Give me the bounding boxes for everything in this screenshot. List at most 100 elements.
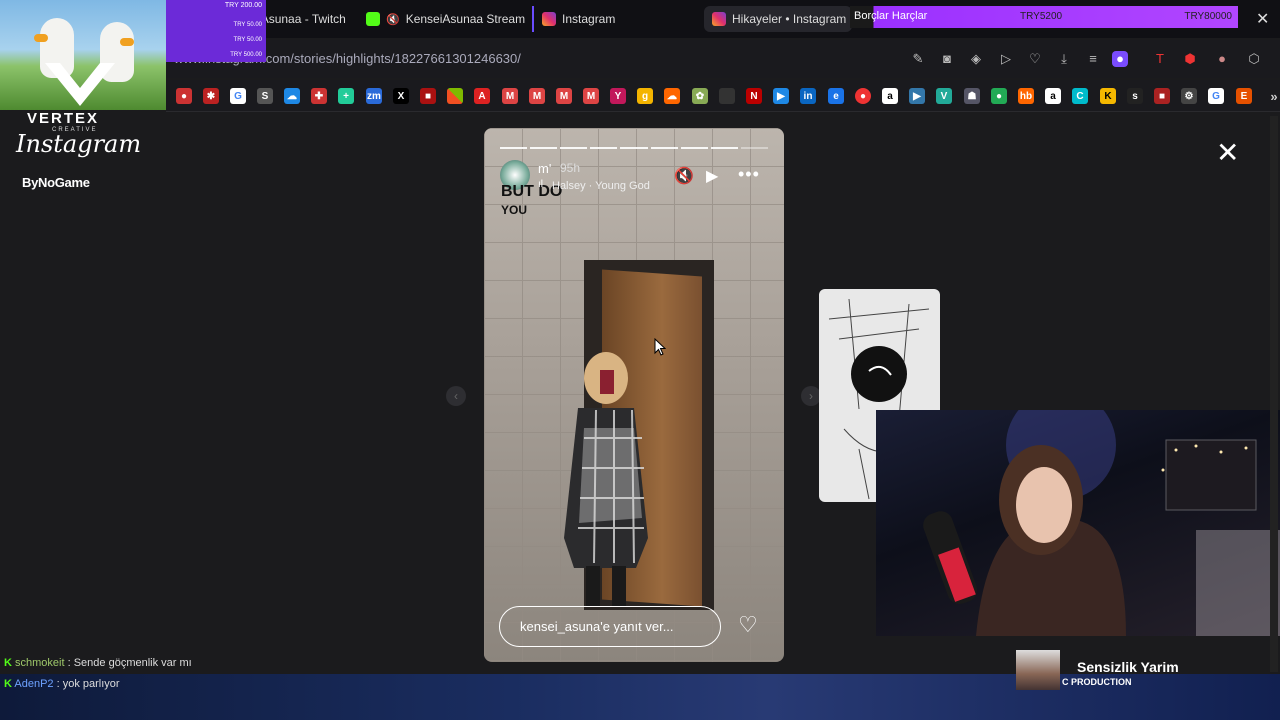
goal-target: TRY80000 <box>1184 11 1232 22</box>
bookmark-icon[interactable]: g <box>637 88 653 104</box>
story-timestamp: 95h <box>560 161 581 175</box>
sponsor-image <box>0 0 166 110</box>
tab-kick[interactable]: 🔇 KenseiAsunaa Stream <box>358 6 528 32</box>
bookmark-icon[interactable]: ✱ <box>203 88 219 104</box>
cube-icon[interactable]: ⬡ <box>1246 51 1262 67</box>
bookmark-icon[interactable]: C <box>1072 88 1088 104</box>
tab-hikayeler[interactable]: Hikayeler • Instagram <box>704 6 852 32</box>
story-card[interactable]: BUT DO YOU m' 95h ıl Halsey · Young God … <box>484 128 784 662</box>
vertex-title: VERTEX <box>27 110 100 127</box>
more-options-icon[interactable]: ••• <box>738 164 760 185</box>
hepsiburada-icon[interactable]: hb <box>1018 88 1034 104</box>
extension-icon[interactable]: ● <box>1214 51 1230 67</box>
now-playing-title: Sensizlik Yarim <box>1077 659 1179 675</box>
yandex-icon[interactable]: Y <box>610 88 626 104</box>
microsoft-icon[interactable] <box>447 88 463 104</box>
story-progress-segment <box>560 147 588 149</box>
story-progress-segment <box>740 147 768 149</box>
tab-instagram[interactable]: Instagram <box>532 6 702 32</box>
webcam-feed <box>923 410 1280 636</box>
prev-story-button[interactable]: ‹ <box>446 386 466 406</box>
google-icon[interactable]: G <box>230 88 246 104</box>
bookmark-icon[interactable]: A <box>474 88 490 104</box>
mouse-cursor-icon <box>654 338 666 356</box>
amazon-icon[interactable]: a <box>1045 88 1061 104</box>
story-progress-segment <box>680 147 708 149</box>
bookmark-icon[interactable]: ■ <box>1154 88 1170 104</box>
donation-list: TRY 200.00 TRY 50.00 TRY 50.00 TRY 500.0… <box>166 0 266 62</box>
apple-icon[interactable] <box>719 88 735 104</box>
zoom-icon[interactable]: zm <box>366 88 382 104</box>
story-person <box>564 352 648 606</box>
now-playing-label: C PRODUCTION <box>1062 677 1132 687</box>
bookmark-icon[interactable]: s <box>1127 88 1143 104</box>
bookmark-icon[interactable]: ● <box>855 88 871 104</box>
kick-icon <box>366 12 380 26</box>
linkedin-icon[interactable]: in <box>800 88 816 104</box>
gmail-icon[interactable]: M <box>502 88 518 104</box>
bookmark-icon[interactable]: V <box>936 88 952 104</box>
instagram-icon <box>542 12 556 26</box>
reply-input[interactable]: kensei_asuna'e yanıt ver... <box>499 606 721 647</box>
soundcloud-icon[interactable]: ☁ <box>664 88 680 104</box>
chat-username: schmokeit <box>15 657 65 669</box>
gmail-icon[interactable]: M <box>556 88 572 104</box>
donation-amount: TRY 200.00 <box>224 2 262 9</box>
bookmark-icon[interactable]: ● <box>991 88 1007 104</box>
mute-tab-icon[interactable]: 🔇 <box>386 13 400 26</box>
story-song[interactable]: Halsey · Young God <box>552 180 650 192</box>
bookmark-icon[interactable]: ⚙ <box>1181 88 1197 104</box>
edit-icon[interactable]: ✎ <box>910 51 926 67</box>
x-icon[interactable]: X <box>393 88 409 104</box>
story-username[interactable]: m' <box>538 161 551 176</box>
bookmark-icon[interactable]: ✚ <box>311 88 327 104</box>
bookmarks-bar: ● ✱ G S ☁ ✚ + zm X ■ A M M M M Y g ☁ ✿ N… <box>166 80 1280 112</box>
vertex-logo-icon <box>45 63 115 106</box>
bookmark-icon[interactable]: ● <box>176 88 192 104</box>
close-window-icon[interactable]: ✕ <box>1248 6 1277 32</box>
camera-icon[interactable]: ◙ <box>939 51 955 67</box>
album-art <box>1016 650 1060 690</box>
download-icon[interactable]: ⤓ <box>1056 51 1072 67</box>
play-icon[interactable]: ▶ <box>706 166 718 186</box>
more-bookmarks-icon[interactable]: » <box>1266 88 1280 104</box>
bookmark-icon[interactable]: + <box>338 88 354 104</box>
address-bar[interactable]: www.instagram.com/stories/highlights/182… <box>166 40 1280 78</box>
goal-label: Borçlar Harçlar <box>854 10 928 22</box>
menu-icon[interactable]: ≡ <box>1085 51 1101 67</box>
bookmark-icon[interactable]: ☗ <box>964 88 980 104</box>
bookmark-icon[interactable]: S <box>257 88 273 104</box>
bookmark-icon[interactable]: ✿ <box>692 88 708 104</box>
next-story-button[interactable]: › <box>801 386 821 406</box>
cloud-icon[interactable]: ☁ <box>284 88 300 104</box>
instagram-logo[interactable]: Instagram <box>16 130 141 158</box>
bynogame-logo: ByNoGame <box>22 175 90 190</box>
scrollbar[interactable] <box>1270 116 1278 672</box>
extension-tp-icon[interactable]: T <box>1152 51 1168 67</box>
amazon-icon[interactable]: a <box>882 88 898 104</box>
story-progress-segment <box>650 147 678 149</box>
gmail-icon[interactable]: M <box>529 88 545 104</box>
google-icon[interactable]: G <box>1208 88 1224 104</box>
shield-icon[interactable]: ◈ <box>968 51 984 67</box>
play-icon[interactable]: ▷ <box>998 51 1014 67</box>
streamer-webcam <box>876 410 1280 636</box>
music-icon: ıl <box>538 179 543 190</box>
heart-icon[interactable]: ♡ <box>1027 51 1043 67</box>
close-story-icon[interactable]: ✕ <box>1216 136 1239 169</box>
story-progress-segment <box>590 147 618 149</box>
adblock-icon[interactable]: ⬢ <box>1182 51 1198 67</box>
bookmark-icon[interactable]: K <box>1100 88 1116 104</box>
like-heart-icon[interactable]: ♡ <box>738 612 758 638</box>
bookmark-icon[interactable]: ▶ <box>909 88 925 104</box>
bookmark-icon[interactable]: ■ <box>420 88 436 104</box>
story-progress-segment <box>710 147 738 149</box>
netflix-icon[interactable]: N <box>746 88 762 104</box>
gmail-icon[interactable]: M <box>583 88 599 104</box>
mute-icon[interactable]: 🔇 <box>674 166 694 186</box>
bookmark-icon[interactable]: ▶ <box>773 88 789 104</box>
profile-icon[interactable]: ● <box>1112 51 1128 67</box>
edge-icon[interactable]: e <box>828 88 844 104</box>
goose-beak <box>34 34 48 42</box>
bookmark-icon[interactable]: E <box>1236 88 1252 104</box>
